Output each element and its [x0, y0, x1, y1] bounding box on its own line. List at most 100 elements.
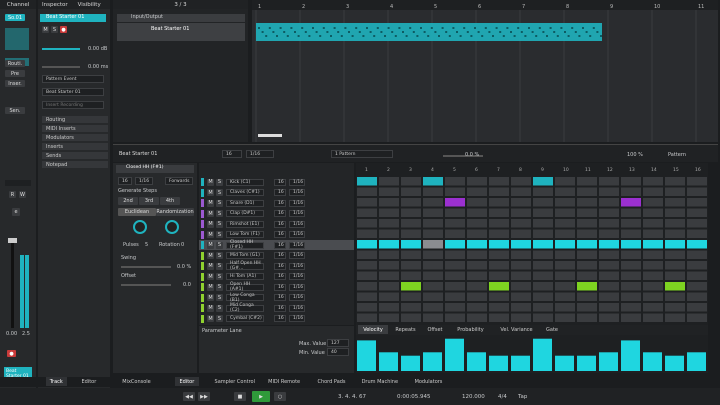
step-cell[interactable]	[643, 282, 663, 291]
velocity-bar[interactable]	[423, 352, 442, 371]
step-cell[interactable]	[643, 177, 663, 186]
step-cell[interactable]	[379, 282, 399, 291]
step-cell[interactable]	[489, 313, 509, 323]
step-cell[interactable]	[489, 219, 509, 228]
lane-solo-button[interactable]: S	[216, 178, 223, 186]
step-cell[interactable]	[577, 292, 597, 302]
step-cell[interactable]	[489, 240, 509, 249]
step-cell[interactable]	[621, 240, 641, 249]
step-cell[interactable]	[665, 187, 685, 197]
steps-res[interactable]: 1/16	[135, 177, 153, 185]
velocity-bar[interactable]	[489, 355, 508, 371]
bus-selector[interactable]: So.01	[5, 14, 25, 21]
step-cell[interactable]	[577, 177, 597, 186]
lane-solo-button[interactable]: S	[216, 262, 223, 270]
step-cell[interactable]	[533, 177, 553, 186]
lane-solo-button[interactable]: S	[216, 220, 223, 228]
step-cell[interactable]	[533, 250, 553, 260]
step-cell[interactable]	[445, 198, 465, 207]
step-cell[interactable]	[511, 292, 531, 302]
lane-steps[interactable]: 16	[274, 304, 286, 312]
step-cell[interactable]	[643, 303, 663, 312]
step-cell[interactable]	[621, 282, 641, 291]
step-cell[interactable]	[401, 303, 421, 312]
step-cell[interactable]	[467, 219, 487, 228]
side-sends[interactable]: Sen.	[5, 107, 25, 114]
step-cell[interactable]	[401, 219, 421, 228]
velocity-bar[interactable]	[555, 355, 574, 371]
step-cell[interactable]	[445, 177, 465, 186]
step-cell[interactable]	[423, 282, 443, 291]
param-tab[interactable]: Repeats	[392, 325, 419, 334]
lane-res[interactable]: 1/16	[289, 294, 305, 301]
drum-lane[interactable]: M S Kick (C1) 16 1/16	[199, 177, 354, 187]
step-cell[interactable]	[555, 177, 575, 186]
step-cell[interactable]	[577, 313, 597, 323]
step-cell[interactable]	[599, 313, 619, 323]
param-tab[interactable]: Offset	[423, 325, 447, 334]
param-tab[interactable]: Velocity	[358, 325, 388, 334]
step-cell[interactable]	[511, 177, 531, 186]
lane-mute-button[interactable]: M	[207, 210, 214, 217]
step-cell[interactable]	[489, 282, 509, 291]
step-cell[interactable]	[555, 282, 575, 291]
step-cell[interactable]	[621, 250, 641, 260]
step-cell[interactable]	[533, 282, 553, 291]
every-3rd-button[interactable]: 3rd	[139, 197, 159, 205]
forward-button[interactable]: ▶▶	[198, 392, 210, 401]
bottom-tab[interactable]: Editor	[175, 377, 199, 386]
step-grid[interactable]: 1 2 3 4 5 6 7 8 9 10 11 12 13 14 15 16	[356, 163, 708, 325]
lane-mute-button[interactable]: M	[207, 220, 214, 228]
step-cell[interactable]	[533, 187, 553, 197]
bottom-tab[interactable]: MixConsole	[118, 377, 155, 386]
drum-lane[interactable]: M S Open HH (A#1) 16 1/16	[199, 282, 354, 292]
section-modulators[interactable]: Modulators	[42, 134, 108, 141]
lane-name[interactable]: Low Tom (F1)	[226, 231, 264, 238]
step-cell[interactable]	[665, 208, 685, 218]
record-button[interactable]: ●	[60, 26, 67, 33]
step-cell[interactable]	[379, 271, 399, 281]
section-sends[interactable]: Sends	[42, 152, 108, 159]
step-cell[interactable]	[401, 271, 421, 281]
lane-steps[interactable]: 16	[274, 315, 286, 322]
lane-mute-button[interactable]: M	[207, 199, 214, 207]
step-cell[interactable]	[533, 313, 553, 323]
step-cell[interactable]	[467, 271, 487, 281]
step-cell[interactable]	[511, 261, 531, 270]
step-cell[interactable]	[599, 250, 619, 260]
step-cell[interactable]	[445, 208, 465, 218]
velocity-bar[interactable]	[467, 352, 486, 371]
step-cell[interactable]	[533, 303, 553, 312]
bottom-tab[interactable]: Editor	[77, 377, 101, 386]
steps-count[interactable]: 16	[118, 177, 132, 185]
tab-inspector[interactable]: Inspector	[42, 2, 68, 8]
velocity-bar[interactable]	[665, 355, 684, 371]
lane-steps[interactable]: 16	[274, 178, 286, 186]
step-cell[interactable]	[467, 250, 487, 260]
param-tab[interactable]: Probability	[451, 325, 490, 334]
lane-name[interactable]: Open HH (A#1)	[226, 282, 264, 292]
velocity-bar[interactable]	[379, 352, 398, 371]
instrument-select[interactable]: Beat Starter 01	[42, 88, 104, 96]
step-cell[interactable]	[489, 187, 509, 197]
step-cell[interactable]	[643, 229, 663, 239]
step-cell[interactable]	[665, 177, 685, 186]
step-cell[interactable]	[357, 271, 377, 281]
velocity-bar[interactable]	[445, 338, 464, 371]
lane-name[interactable]: Cymbal (C#2)	[226, 315, 264, 322]
drum-lane[interactable]: M S Low Conga (B1) 16 1/16	[199, 293, 354, 303]
drum-lane[interactable]: M S Mid Tom (G1) 16 1/16	[199, 251, 354, 261]
record-enable-button[interactable]: ●	[7, 350, 16, 357]
step-cell[interactable]	[555, 187, 575, 197]
step-cell[interactable]	[445, 271, 465, 281]
step-cell[interactable]	[621, 198, 641, 207]
volume-slider[interactable]	[42, 48, 80, 50]
step-cell[interactable]	[511, 219, 531, 228]
step-cell[interactable]	[379, 219, 399, 228]
step-cell[interactable]	[665, 282, 685, 291]
step-cell[interactable]	[467, 240, 487, 249]
step-cell[interactable]	[401, 177, 421, 186]
step-cell[interactable]	[599, 292, 619, 302]
step-cell[interactable]	[445, 261, 465, 270]
lane-solo-button[interactable]: S	[216, 315, 223, 322]
